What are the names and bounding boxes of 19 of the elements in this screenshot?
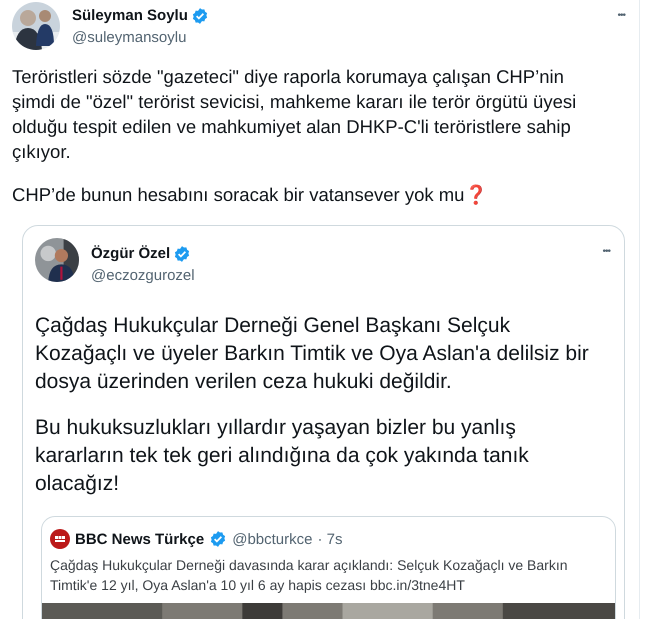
author-handle[interactable]: @suleymansoylu <box>72 28 209 48</box>
tweet-text: CHP’de bunun hesabını soracak bir vatansever yok mu❓ <box>12 183 488 207</box>
author-name[interactable]: BBC News Türkçe <box>75 530 204 548</box>
quoted-tweet-card[interactable] <box>22 225 625 619</box>
author-handle[interactable]: @eczozgurozel <box>91 266 195 286</box>
quoted-tweet-card[interactable]: BBC News Türkçe @bbcturkce · 7s Çağdaş Hukukçular Derneği davasında karar açıklandı: Selçuk Kozağaçlı ve Barkın Timtik'e 12 yıl, Oya Aslan'a 10 yıl 6 ay hapis cezası bbc.in/3tne4HT <box>41 516 616 619</box>
author-handle[interactable]: @bbcturkce <box>232 530 312 548</box>
tweet-text: Çağdaş Hukukçular Derneği Genel Başkanı Selçuk Kozağaçlı ve üyeler Barkın Timtik ve Oya Aslan'a delilsiz bir dosya üzerinden verilen ceza hukuki değildir. <box>35 313 590 395</box>
more-options-button[interactable]: ••• <box>602 246 610 257</box>
avatar[interactable] <box>50 529 70 549</box>
author-name[interactable]: Süleyman Soylu <box>72 6 188 26</box>
tweet-text: Bu hukuksuzlukları yıllardır yaşayan bizler bu yanlış kararların tek tek geri alındığına da çok yakında tanık olacağız! <box>35 415 530 497</box>
more-options-button[interactable]: ••• <box>617 10 625 21</box>
avatar[interactable] <box>12 2 60 50</box>
avatar[interactable] <box>35 238 79 282</box>
tweet-text: Teröristleri sözde "gazeteci" diye raporla korumaya çalışan CHP’nin şimdi de "özel" terörist sevicisi, mahkeme kararı ile terör örgütü üyesi olduğu tespit edilen ve mahkumiyet alan DHKP-C'li teröristlere sahip çıkıyor. <box>12 65 578 164</box>
tweet-text: Çağdaş Hukukçular Derneği davasında karar açıklandı: Selçuk Kozağaçlı ve Barkın Timtik'e 12 yıl, Oya Aslan'a 10 yıl 6 ay hapis cezası bbc.in/3tne4HT <box>50 556 568 595</box>
timestamp[interactable]: · 7s <box>317 530 342 548</box>
author-name[interactable]: Özgür Özel <box>91 244 170 264</box>
